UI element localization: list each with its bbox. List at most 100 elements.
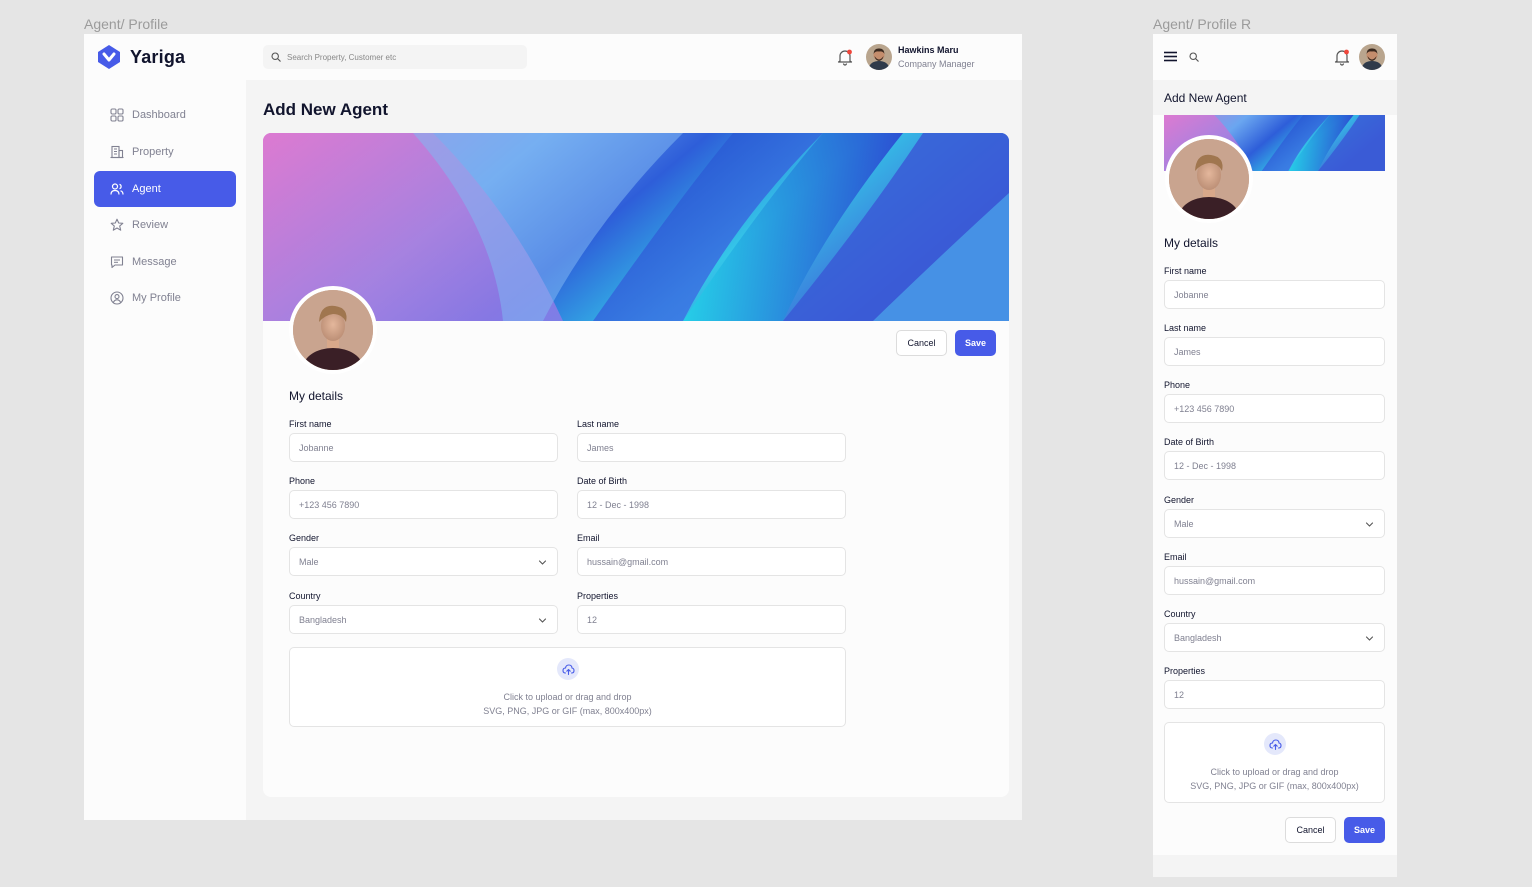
cancel-button[interactable]: Cancel <box>1285 817 1336 843</box>
building-icon <box>110 145 124 159</box>
first-name-label: First name <box>289 419 332 429</box>
user-avatar[interactable] <box>1359 44 1385 70</box>
gender-select[interactable]: Male <box>289 547 558 576</box>
chevron-down-icon <box>1365 636 1374 641</box>
sidebar-item-dashboard[interactable]: Dashboard <box>94 97 236 133</box>
agent-profile-photo[interactable] <box>289 286 377 374</box>
sidebar-item-label: My Profile <box>132 292 181 304</box>
save-button[interactable]: Save <box>1344 817 1385 843</box>
desktop-frame-label: Agent/ Profile <box>84 16 169 32</box>
notification-bell-icon[interactable] <box>1333 48 1351 66</box>
user-name: Hawkins Maru <box>898 45 959 55</box>
desktop-frame: Yariga Search Property, Customer etc Haw <box>84 34 1022 820</box>
search-icon <box>271 52 281 62</box>
gender-value: Male <box>1174 518 1194 529</box>
gender-value: Male <box>299 556 319 567</box>
star-icon <box>110 218 124 231</box>
mobile-frame: Add New Agent My details First name Joba… <box>1153 34 1397 877</box>
mobile-page-title: Add New Agent <box>1164 91 1247 105</box>
dashboard-grid-icon <box>110 108 124 122</box>
sidebar-item-agent[interactable]: Agent <box>94 171 236 207</box>
country-select[interactable]: Bangladesh <box>289 605 558 634</box>
phone-field[interactable]: +123 456 7890 <box>289 490 558 519</box>
sidebar-item-label: Agent <box>132 183 161 195</box>
hamburger-menu-icon[interactable] <box>1164 51 1177 62</box>
search-icon[interactable] <box>1189 52 1199 62</box>
last-name-label: Last name <box>1164 323 1207 333</box>
user-avatar[interactable] <box>866 44 892 70</box>
sidebar-item-property[interactable]: Property <box>94 134 236 170</box>
country-label: Country <box>1164 609 1196 619</box>
page-title: Add New Agent <box>263 100 388 119</box>
first-name-field[interactable]: Jobanne <box>289 433 558 462</box>
phone-field[interactable]: +123 456 7890 <box>1164 394 1385 423</box>
yariga-logo-icon <box>98 45 120 69</box>
email-label: Email <box>1164 552 1187 562</box>
upload-formats: SVG, PNG, JPG or GIF (max, 800x400px) <box>1190 781 1359 791</box>
last-name-label: Last name <box>577 419 620 429</box>
top-bar: Yariga Search Property, Customer etc Haw <box>84 34 1022 80</box>
search-placeholder: Search Property, Customer etc <box>287 52 397 62</box>
users-icon <box>110 183 124 195</box>
sidebar: Dashboard Property Agent Review Message … <box>84 80 246 820</box>
dob-field[interactable]: 12 - Dec - 1998 <box>577 490 846 519</box>
country-value: Bangladesh <box>299 614 347 625</box>
last-name-field[interactable]: James <box>577 433 846 462</box>
mobile-top-bar <box>1153 34 1397 80</box>
file-upload-dropzone[interactable]: Click to upload or drag and drop SVG, PN… <box>289 647 846 727</box>
email-field[interactable]: hussain@gmail.com <box>1164 566 1385 595</box>
sidebar-item-label: Review <box>132 219 169 231</box>
email-label: Email <box>577 533 600 543</box>
dob-field[interactable]: 12 - Dec - 1998 <box>1164 451 1385 480</box>
chevron-down-icon <box>538 560 547 565</box>
mobile-agent-form-card: My details First name Jobanne Last name … <box>1153 115 1397 855</box>
section-title: My details <box>289 389 344 403</box>
user-circle-icon <box>110 291 124 305</box>
phone-label: Phone <box>1164 380 1191 390</box>
phone-label: Phone <box>289 476 316 486</box>
chevron-down-icon <box>538 618 547 623</box>
cancel-button[interactable]: Cancel <box>896 330 947 356</box>
properties-label: Properties <box>577 591 619 601</box>
chat-icon <box>110 256 124 269</box>
sidebar-item-review[interactable]: Review <box>94 207 236 243</box>
app-name: Yariga <box>130 46 186 67</box>
country-label: Country <box>289 591 321 601</box>
save-button[interactable]: Save <box>955 330 996 356</box>
sidebar-item-my-profile[interactable]: My Profile <box>94 280 236 316</box>
upload-instruction: Click to upload or drag and drop <box>1210 767 1339 777</box>
mobile-frame-label: Agent/ Profile R <box>1153 16 1252 32</box>
search-input[interactable]: Search Property, Customer etc <box>263 45 527 69</box>
dob-label: Date of Birth <box>1164 437 1215 447</box>
dob-label: Date of Birth <box>577 476 628 486</box>
country-value: Bangladesh <box>1174 632 1222 643</box>
upload-instruction: Click to upload or drag and drop <box>503 692 632 702</box>
sidebar-item-label: Property <box>132 146 174 158</box>
last-name-field[interactable]: James <box>1164 337 1385 366</box>
agent-profile-photo[interactable] <box>1165 135 1253 223</box>
sidebar-item-label: Message <box>132 256 177 268</box>
logo[interactable]: Yariga <box>96 44 185 70</box>
file-upload-dropzone[interactable]: Click to upload or drag and drop SVG, PN… <box>1164 722 1385 803</box>
sidebar-item-label: Dashboard <box>132 109 186 121</box>
email-field[interactable]: hussain@gmail.com <box>577 547 846 576</box>
user-role: Company Manager <box>898 59 975 69</box>
first-name-field[interactable]: Jobanne <box>1164 280 1385 309</box>
agent-form-card: Cancel Save My details First name Jobann… <box>263 133 1009 797</box>
cover-banner <box>263 133 1009 321</box>
country-select[interactable]: Bangladesh <box>1164 623 1385 652</box>
properties-field[interactable]: 12 <box>577 605 846 634</box>
first-name-label: First name <box>1164 266 1207 276</box>
upload-cloud-icon <box>1264 733 1286 755</box>
sidebar-item-message[interactable]: Message <box>94 244 236 280</box>
upload-formats: SVG, PNG, JPG or GIF (max, 800x400px) <box>483 706 652 716</box>
notification-bell-icon[interactable] <box>836 48 854 66</box>
chevron-down-icon <box>1365 522 1374 527</box>
upload-cloud-icon <box>557 658 579 680</box>
gender-label: Gender <box>1164 495 1195 505</box>
gender-label: Gender <box>289 533 320 543</box>
properties-label: Properties <box>1164 666 1206 676</box>
gender-select[interactable]: Male <box>1164 509 1385 538</box>
section-title: My details <box>1164 236 1219 250</box>
properties-field[interactable]: 12 <box>1164 680 1385 709</box>
